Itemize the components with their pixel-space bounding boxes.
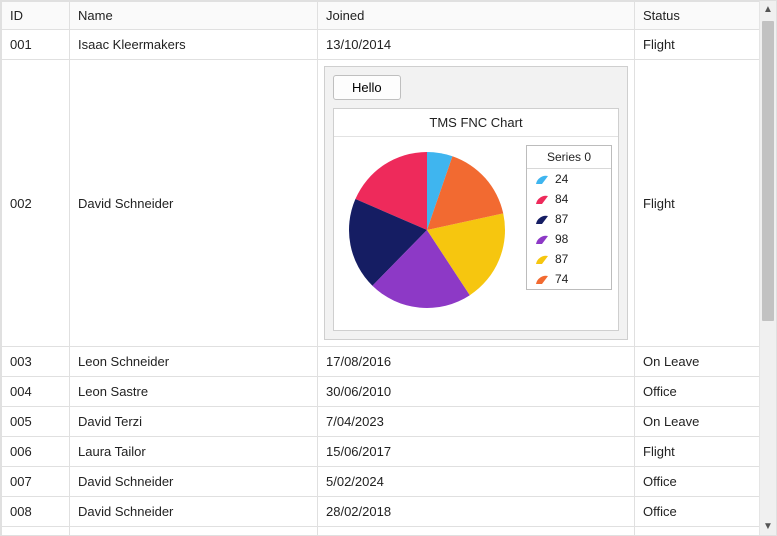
hello-button[interactable]: Hello (333, 75, 401, 100)
cell-id: 004 (2, 377, 70, 407)
cell-joined: 13/10/2014 (318, 30, 635, 60)
cell-status: Office (635, 377, 760, 407)
legend-value: 87 (555, 252, 568, 266)
chart-panel: Hello TMS FNC Chart Series 0 24 84 87 98 87 74 (324, 66, 628, 340)
cell-status: Office (635, 497, 760, 527)
cell-name: David Terzi (70, 407, 318, 437)
cell-status: Flight (635, 60, 760, 347)
chart-body: Series 0 24 84 87 98 87 74 (334, 137, 618, 330)
scroll-thumb[interactable] (762, 21, 774, 321)
cell-joined: 7/04/2023 (318, 407, 635, 437)
legend-value: 84 (555, 192, 568, 206)
table-row[interactable]: 001Isaac Kleermakers13/10/2014Flight (2, 30, 760, 60)
table-row[interactable]: 003Leon Schneider17/08/2016On Leave (2, 347, 760, 377)
legend-value: 24 (555, 172, 568, 186)
cell-name: Laura Tailor (70, 437, 318, 467)
table-row[interactable]: 009Leon Tailor13/03/2010Abroad (2, 527, 760, 536)
legend-value: 74 (555, 272, 568, 286)
chart-title: TMS FNC Chart (334, 109, 618, 137)
table-row[interactable]: 004Leon Sastre30/06/2010Office (2, 377, 760, 407)
legend-item: 74 (527, 269, 611, 289)
legend-value: 87 (555, 212, 568, 226)
chart-container: TMS FNC Chart Series 0 24 84 87 98 87 74 (333, 108, 619, 331)
cell-status: Flight (635, 30, 760, 60)
cell-status: Office (635, 467, 760, 497)
legend-value: 98 (555, 232, 568, 246)
chart-legend: Series 0 24 84 87 98 87 74 (526, 145, 612, 290)
col-header-name[interactable]: Name (70, 2, 318, 30)
table-row[interactable]: 005David Terzi7/04/2023On Leave (2, 407, 760, 437)
cell-id: 007 (2, 467, 70, 497)
cell-status: Flight (635, 437, 760, 467)
cell-id: 005 (2, 407, 70, 437)
cell-status: On Leave (635, 347, 760, 377)
cell-name: Isaac Kleermakers (70, 30, 318, 60)
legend-swatch-icon (535, 233, 549, 245)
cell-id: 008 (2, 497, 70, 527)
cell-id: 006 (2, 437, 70, 467)
cell-id: 003 (2, 347, 70, 377)
data-grid[interactable]: ID Name Joined Status 001Isaac Kleermake… (1, 1, 759, 535)
cell-name: Leon Tailor (70, 527, 318, 536)
cell-joined: 30/06/2010 (318, 377, 635, 407)
legend-item: 98 (527, 229, 611, 249)
cell-id: 009 (2, 527, 70, 536)
cell-joined: 5/02/2024 (318, 467, 635, 497)
legend-swatch-icon (535, 253, 549, 265)
legend-item: 87 (527, 249, 611, 269)
legend-item: 24 (527, 169, 611, 189)
table-row[interactable]: 006Laura Tailor15/06/2017Flight (2, 437, 760, 467)
legend-item: 84 (527, 189, 611, 209)
legend-swatch-icon (535, 173, 549, 185)
col-header-joined[interactable]: Joined (318, 2, 635, 30)
cell-status: Abroad (635, 527, 760, 536)
cell-name: David Schneider (70, 60, 318, 347)
legend-swatch-icon (535, 213, 549, 225)
scroll-up-icon[interactable]: ▲ (760, 1, 776, 18)
scroll-down-icon[interactable]: ▼ (760, 518, 776, 535)
cell-joined: Hello TMS FNC Chart Series 0 24 84 87 98 87 74 (318, 60, 635, 347)
table-row[interactable]: 008David Schneider28/02/2018Office (2, 497, 760, 527)
table-row[interactable]: 002David Schneider Hello TMS FNC Chart Seri… (2, 60, 760, 347)
col-header-status[interactable]: Status (635, 2, 760, 30)
table: ID Name Joined Status 001Isaac Kleermake… (1, 1, 759, 535)
legend-item: 87 (527, 209, 611, 229)
cell-joined: 13/03/2010 (318, 527, 635, 536)
app-window: ID Name Joined Status 001Isaac Kleermake… (0, 0, 777, 536)
cell-joined: 17/08/2016 (318, 347, 635, 377)
cell-name: David Schneider (70, 467, 318, 497)
legend-title: Series 0 (527, 146, 611, 169)
cell-joined: 15/06/2017 (318, 437, 635, 467)
cell-name: David Schneider (70, 497, 318, 527)
cell-id: 002 (2, 60, 70, 347)
cell-joined: 28/02/2018 (318, 497, 635, 527)
cell-name: Leon Schneider (70, 347, 318, 377)
table-row[interactable]: 007David Schneider5/02/2024Office (2, 467, 760, 497)
col-header-id[interactable]: ID (2, 2, 70, 30)
header-row: ID Name Joined Status (2, 2, 760, 30)
pie-chart (342, 145, 512, 318)
cell-name: Leon Sastre (70, 377, 318, 407)
legend-swatch-icon (535, 273, 549, 285)
cell-id: 001 (2, 30, 70, 60)
legend-swatch-icon (535, 193, 549, 205)
vertical-scrollbar[interactable]: ▲ ▼ (759, 1, 776, 535)
cell-status: On Leave (635, 407, 760, 437)
